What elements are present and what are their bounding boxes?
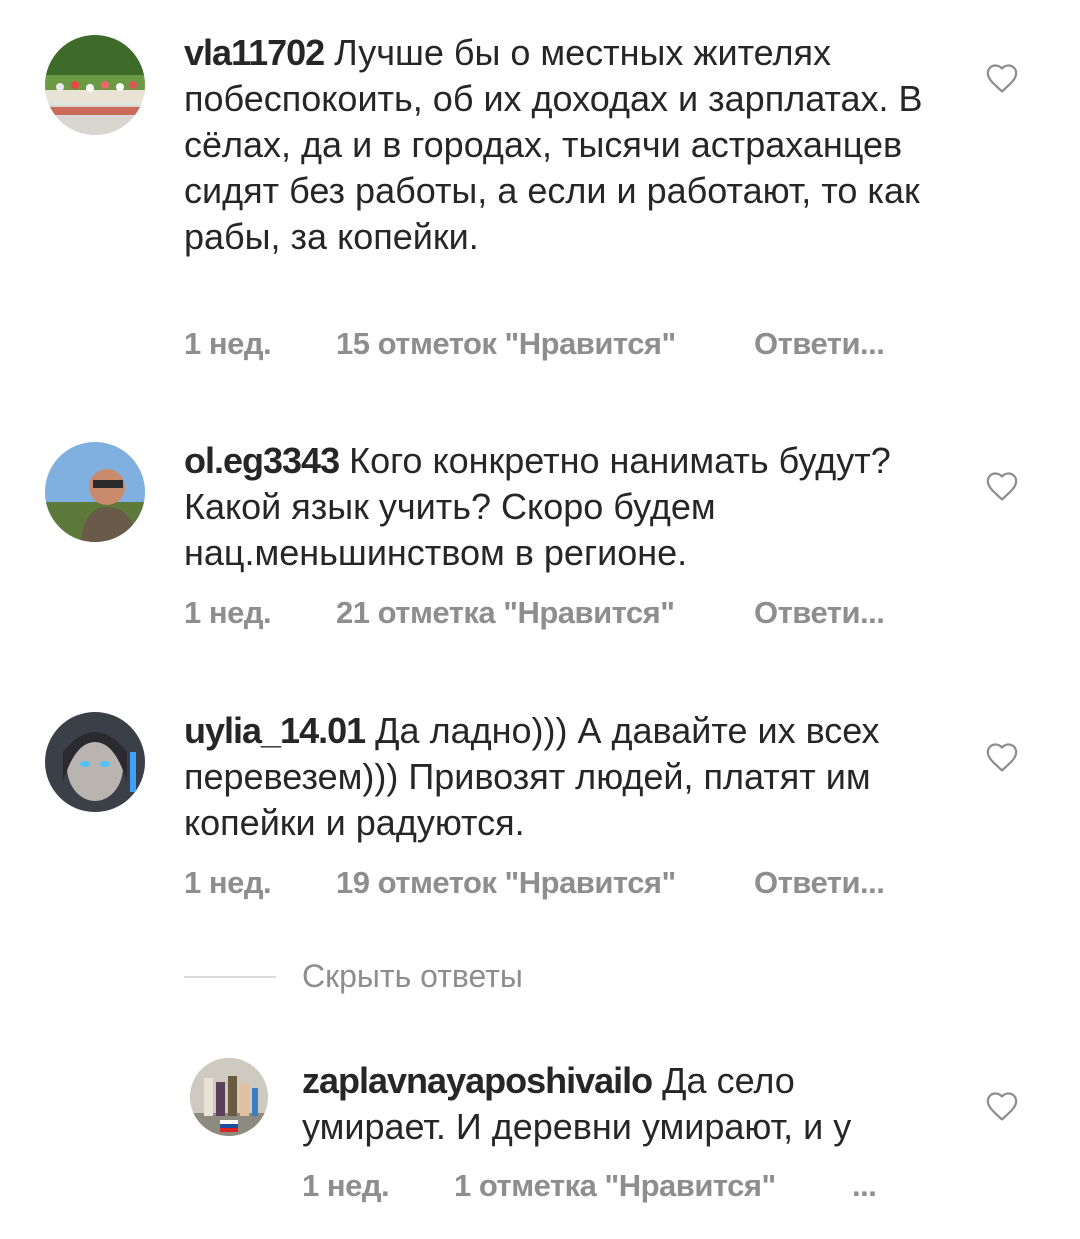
heart-outline-icon[interactable] [985, 470, 1019, 502]
comment-text: uylia_14.01 Да ладно))) А давайте их все… [184, 708, 944, 846]
more-options-button[interactable]: ... [852, 1168, 877, 1204]
heart-outline-icon[interactable] [985, 741, 1019, 773]
avatar[interactable] [45, 442, 145, 542]
username[interactable]: uylia_14.01 [184, 710, 366, 751]
divider [184, 976, 276, 978]
heart-outline-icon[interactable] [985, 1090, 1019, 1122]
reply-button[interactable]: Ответи... [754, 595, 885, 631]
avatar[interactable] [45, 35, 145, 135]
username[interactable]: ol.eg3343 [184, 440, 340, 481]
avatar[interactable] [190, 1058, 268, 1136]
comment-text: vla11702 Лучше бы о местных жителях побе… [184, 30, 944, 260]
username[interactable]: zaplavnayaposhivailo [302, 1060, 653, 1101]
hide-replies-label: Скрыть ответы [302, 958, 523, 994]
likes-count[interactable]: 21 отметка "Нравится" [336, 595, 675, 631]
comment-time: 1 нед. [184, 595, 272, 630]
comment-time: 1 нед. [184, 326, 272, 361]
avatar[interactable] [45, 712, 145, 812]
username[interactable]: vla11702 [184, 32, 325, 73]
likes-count[interactable]: 15 отметок "Нравится" [336, 326, 676, 362]
heart-outline-icon[interactable] [985, 62, 1019, 94]
comment-time: 1 нед. [302, 1168, 390, 1203]
reply-button[interactable]: Ответи... [754, 865, 885, 901]
likes-count[interactable]: 1 отметка "Нравится" [454, 1168, 776, 1204]
comment-text: ol.eg3343 Кого конкретно нанимать будут?… [184, 438, 944, 576]
comment-time: 1 нед. [184, 865, 272, 900]
comment-text: zaplavnayaposhivailo Да село умирает. И … [302, 1058, 922, 1150]
reply-button[interactable]: Ответи... [754, 326, 885, 362]
likes-count[interactable]: 19 отметок "Нравится" [336, 865, 676, 901]
